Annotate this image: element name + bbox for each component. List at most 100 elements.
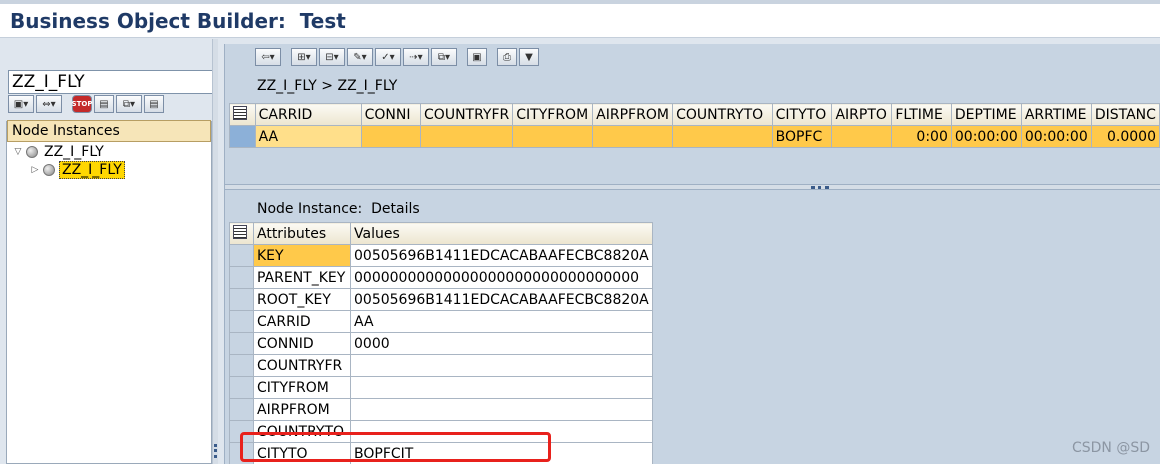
- table-row[interactable]: CARRID AA: [229, 310, 653, 333]
- column-header[interactable]: AIRPFROM: [592, 103, 674, 126]
- details-heading: Node Instance: Details: [257, 201, 420, 217]
- table-row[interactable]: CITYFROM: [229, 376, 653, 399]
- print-icon[interactable]: ⎙: [497, 48, 517, 66]
- column-header[interactable]: DISTANC: [1090, 103, 1160, 126]
- right-toolbar: ⇦▾ ⊞▾ ⊟▾ ✎▾ ✓▾ ⇢▾ ⧉▾ ▣ ⎙ ▼: [255, 48, 539, 70]
- delete-row-icon[interactable]: ⊟▾: [319, 48, 345, 66]
- column-header[interactable]: Values: [350, 222, 653, 245]
- table-cell[interactable]: [360, 125, 422, 148]
- collapse-icon[interactable]: ⇔▾: [36, 95, 62, 113]
- association-icon[interactable]: ⧉▾: [431, 48, 457, 66]
- row-selector[interactable]: [229, 244, 254, 267]
- node-instance-table: CARRID CONNI COUNTRYFR CITYFROM AIRPFROM…: [229, 103, 1160, 148]
- copy-icon[interactable]: ⧉▾: [116, 95, 142, 113]
- row-selector[interactable]: [229, 398, 254, 421]
- vertical-splitter[interactable]: [212, 39, 218, 464]
- table-cell[interactable]: [831, 125, 893, 148]
- expand-toggle-icon[interactable]: ▷: [29, 165, 41, 175]
- attribute-name: PARENT_KEY: [253, 266, 351, 289]
- table-cell[interactable]: AA: [254, 125, 362, 148]
- tree-node-label: ZZ_I_FLY: [44, 144, 104, 160]
- check-icon[interactable]: ✓▾: [375, 48, 401, 66]
- row-selector[interactable]: [229, 266, 254, 289]
- attribute-value[interactable]: 00505696B1411EDCACABAAFECBC8820A: [350, 244, 653, 267]
- row-selector[interactable]: [229, 310, 254, 333]
- table-cell[interactable]: BOPFC: [771, 125, 833, 148]
- tree-node-child[interactable]: ▷ ZZ_I_FLY: [29, 161, 125, 179]
- add-row-icon[interactable]: ⊞▾: [291, 48, 317, 66]
- table-row[interactable]: PARENT_KEY 000000000000000000000000000000…: [229, 266, 653, 289]
- table-row[interactable]: COUNTRYFR: [229, 354, 653, 377]
- tree-node-label: ZZ_I_FLY: [59, 161, 125, 179]
- watermark: CSDN @SD: [1071, 440, 1150, 456]
- table-row[interactable]: AA BOPFC 0:00 00:00:00 00:00:00 0.0000: [229, 125, 1160, 148]
- attribute-name: CARRID: [253, 310, 351, 333]
- layout-icon[interactable]: [229, 222, 254, 245]
- list-icon[interactable]: ▤: [94, 95, 114, 113]
- table-row[interactable]: AIRPFROM: [229, 398, 653, 421]
- table-cell[interactable]: 00:00:00: [950, 125, 1022, 148]
- table-cell[interactable]: [592, 125, 674, 148]
- node-path: ZZ_I_FLY > ZZ_I_FLY: [257, 78, 398, 94]
- attribute-value[interactable]: [350, 354, 653, 377]
- layout-icon[interactable]: [229, 103, 256, 126]
- edit-icon[interactable]: ✎▾: [347, 48, 373, 66]
- table-cell[interactable]: [512, 125, 594, 148]
- left-pane: ZZ_I_FLY ▣▾ ⇔▾ STOP ▤ ⧉▾ ▤ Node Instance…: [0, 39, 215, 464]
- attribute-value[interactable]: [350, 398, 653, 421]
- action-icon[interactable]: ⇢▾: [403, 48, 429, 66]
- table-cell[interactable]: 0.0000: [1090, 125, 1160, 148]
- stop-icon[interactable]: STOP: [72, 95, 92, 113]
- attribute-name: CITYFROM: [253, 376, 351, 399]
- back-icon[interactable]: ⇦▾: [255, 48, 281, 66]
- attribute-name: COUNTRYFR: [253, 354, 351, 377]
- table-cell[interactable]: 0:00: [891, 125, 952, 148]
- row-selector[interactable]: [229, 376, 254, 399]
- column-header[interactable]: COUNTRYTO: [672, 103, 773, 126]
- attribute-name: CONNID: [253, 332, 351, 355]
- table-cell[interactable]: 00:00:00: [1020, 125, 1092, 148]
- table-header-row: Attributes Values: [229, 222, 653, 245]
- filter-icon[interactable]: ▼: [519, 48, 539, 66]
- attributes-table: Attributes Values KEY 00505696B1411EDCACA…: [229, 222, 653, 464]
- attribute-value[interactable]: 0000: [350, 332, 653, 355]
- table-row[interactable]: ROOT_KEY 00505696B1411EDCACABAAFECBC8820A: [229, 288, 653, 311]
- right-pane: ⇦▾ ⊞▾ ⊟▾ ✎▾ ✓▾ ⇢▾ ⧉▾ ▣ ⎙ ▼ ZZ_I_FLY > ZZ…: [224, 44, 1160, 464]
- column-header[interactable]: FLTIME: [891, 103, 952, 126]
- column-header[interactable]: ARRTIME: [1020, 103, 1092, 126]
- document-icon[interactable]: ▤: [144, 95, 164, 113]
- row-selector[interactable]: [229, 332, 254, 355]
- title-bar: Business Object Builder: Test: [0, 4, 1160, 38]
- column-header[interactable]: CARRID: [254, 103, 362, 126]
- expand-toggle-icon[interactable]: ▽: [12, 147, 24, 157]
- details-icon[interactable]: ▣: [467, 48, 487, 66]
- column-header[interactable]: CONNI: [360, 103, 422, 126]
- attribute-name: ROOT_KEY: [253, 288, 351, 311]
- highlight-annotation: [240, 432, 551, 462]
- column-header[interactable]: DEPTIME: [950, 103, 1022, 126]
- column-header[interactable]: COUNTRYFR: [420, 103, 514, 126]
- node-status-icon: [43, 164, 55, 176]
- attribute-value[interactable]: 00505696B1411EDCACABAAFECBC8820A: [350, 288, 653, 311]
- window-title: Business Object Builder: Test: [10, 9, 346, 33]
- attribute-value[interactable]: AA: [350, 310, 653, 333]
- column-header[interactable]: Attributes: [253, 222, 351, 245]
- expand-icon[interactable]: ▣▾: [8, 95, 34, 113]
- object-search-input[interactable]: ZZ_I_FLY: [8, 70, 213, 94]
- table-row[interactable]: KEY 00505696B1411EDCACABAAFECBC8820A: [229, 244, 653, 267]
- column-header[interactable]: CITYFROM: [512, 103, 594, 126]
- row-selector[interactable]: [229, 354, 254, 377]
- attribute-name: AIRPFROM: [253, 398, 351, 421]
- column-header[interactable]: CITYTO: [771, 103, 833, 126]
- left-toolbar: ▣▾ ⇔▾ STOP ▤ ⧉▾ ▤: [8, 95, 164, 115]
- attribute-value[interactable]: 00000000000000000000000000000000: [350, 266, 653, 289]
- horizontal-splitter[interactable]: [225, 184, 1160, 190]
- table-cell[interactable]: [672, 125, 773, 148]
- row-selector[interactable]: [229, 125, 256, 148]
- row-selector[interactable]: [229, 288, 254, 311]
- tree-node-root[interactable]: ▽ ZZ_I_FLY: [12, 143, 106, 161]
- table-cell[interactable]: [420, 125, 514, 148]
- column-header[interactable]: AIRPTO: [831, 103, 893, 126]
- table-row[interactable]: CONNID 0000: [229, 332, 653, 355]
- attribute-value[interactable]: [350, 376, 653, 399]
